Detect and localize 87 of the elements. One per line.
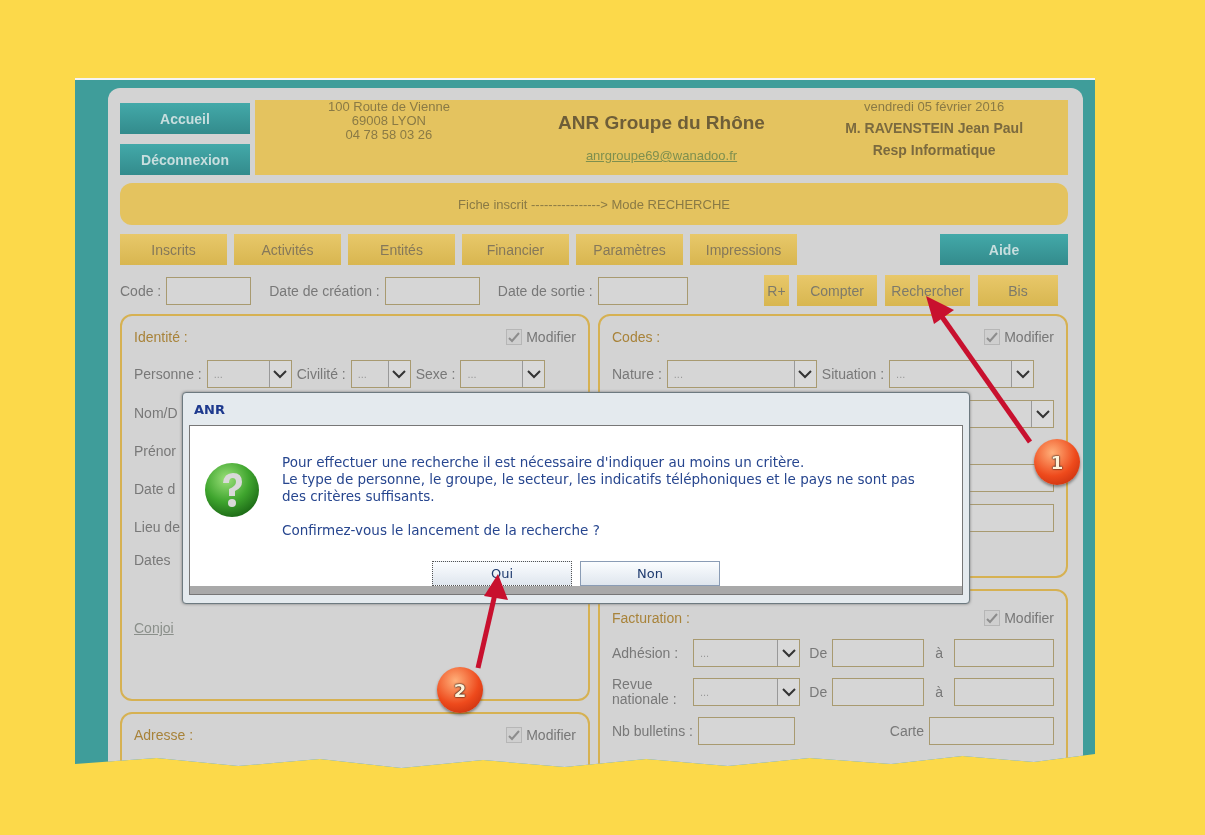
field-label: à [935, 645, 943, 661]
panel-title: Facturation : [612, 610, 690, 626]
dialog-title: ANR [193, 400, 225, 419]
dialog-message: Le type de personne, le groupe, le secteur, les indicatifs téléphoniques et le pays ne sont pas des critères suffisants. [282, 471, 916, 505]
checkmark-icon [986, 331, 999, 343]
menu-tab[interactable]: Financier [462, 234, 569, 265]
field-label: Carte [889, 723, 924, 739]
help-button[interactable]: Aide [940, 234, 1068, 265]
menu-tab[interactable]: Impressions [690, 234, 797, 265]
field-label: Code : [120, 282, 162, 299]
select-field[interactable]: ... [350, 360, 411, 388]
panel-title: Identité : [134, 329, 188, 345]
menu-tab[interactable]: Entités [348, 234, 455, 265]
modify-checkbox[interactable]: Modifier [506, 727, 576, 743]
panel-title: Codes : [612, 329, 661, 345]
select-field[interactable]: ... [206, 360, 292, 388]
input-field[interactable] [954, 678, 1054, 706]
dialog-question: Confirmez-vous le lancement de la recherche ? [282, 522, 601, 539]
checkmark-icon [508, 729, 521, 741]
action-button[interactable]: Rechercher [885, 275, 970, 306]
select-field[interactable]: ... [692, 639, 801, 667]
dialog-button[interactable]: Non [580, 561, 720, 586]
dialog-button[interactable]: Oui [432, 561, 572, 586]
modify-checkbox[interactable]: Modifier [984, 610, 1054, 626]
action-button[interactable]: R+ [764, 275, 789, 306]
select-field[interactable]: ... [666, 360, 817, 388]
modify-checkbox[interactable]: Modifier [984, 329, 1054, 345]
address-text: 100 Route de Vienne [327, 100, 450, 114]
field-label: Date de sortie : [497, 282, 593, 299]
address-text: 69008 LYON [351, 114, 426, 128]
chevron-down-icon [1035, 409, 1050, 419]
field-label: Date de création : [269, 282, 380, 299]
chevron-down-icon [526, 369, 541, 379]
field-label: Civilité : [296, 366, 346, 382]
chevron-down-icon [273, 369, 288, 379]
modify-checkbox[interactable]: Modifier [506, 329, 576, 345]
input-field[interactable] [929, 717, 1054, 745]
question-mark-icon [204, 462, 260, 518]
field-label: Personne : [134, 366, 202, 382]
organization-title: ANR Groupe du Rhône [558, 112, 765, 134]
field-label: Adhésion : [612, 645, 680, 661]
input-field[interactable] [597, 276, 688, 305]
user-name: M. RAVENSTEIN Jean Paul [845, 120, 1024, 136]
chevron-down-icon [798, 369, 813, 379]
select-field[interactable]: ... [460, 360, 546, 388]
input-field[interactable] [384, 276, 480, 305]
panel-title: Adresse : [134, 727, 194, 743]
input-field[interactable] [954, 639, 1054, 667]
email-link[interactable]: anrgroupe69@wanadoo.fr [585, 148, 738, 163]
field-label: Situation : [821, 366, 885, 382]
field-label: à [935, 684, 943, 700]
menu-tab[interactable]: Inscrits [120, 234, 227, 265]
user-role: Resp Informatique [872, 142, 996, 158]
menu-tab[interactable]: Activités [234, 234, 341, 265]
chevron-down-icon [1015, 369, 1030, 379]
chevron-down-icon [392, 369, 407, 379]
spouse-link[interactable]: Conjoi [134, 620, 174, 636]
menu-tab[interactable]: Paramètres [576, 234, 683, 265]
field-label: Nb bulletins : [612, 723, 693, 739]
field-label: Nature : [612, 366, 662, 382]
address-text: 04 78 58 03 26 [345, 128, 433, 142]
nav-button[interactable]: Déconnexion [120, 144, 250, 175]
input-field[interactable] [832, 678, 925, 706]
input-field[interactable] [697, 717, 795, 745]
field-label: De [809, 645, 828, 661]
date-text: vendredi 05 février 2016 [864, 100, 1005, 114]
field-label: Nom/D [134, 405, 178, 421]
field-label: Lieu de [134, 519, 180, 535]
action-button[interactable]: Bis [978, 275, 1058, 306]
chevron-down-icon [781, 687, 796, 697]
nav-button[interactable]: Accueil [120, 103, 250, 134]
checkmark-icon [508, 331, 521, 343]
field-label: Prénor [134, 443, 177, 459]
field-label: Sexe : [415, 366, 456, 382]
select-field[interactable]: ... [889, 360, 1035, 388]
field-label: Dates [134, 552, 171, 568]
input-field[interactable] [166, 276, 252, 305]
select-field[interactable]: ... [692, 678, 801, 706]
field-label: Revue nationale : [612, 677, 678, 707]
action-button[interactable]: Compter [797, 275, 877, 306]
dialog-message: Pour effectuer une recherche il est nécessaire d'indiquer au moins un critère. [282, 454, 806, 471]
input-field[interactable] [832, 639, 925, 667]
mode-bar: Fiche inscrit ----------------> Mode RECHERCHE [120, 183, 1068, 225]
checkmark-icon [986, 612, 999, 624]
field-label: Date d [134, 481, 176, 497]
chevron-down-icon [781, 648, 796, 658]
field-label: De [809, 684, 828, 700]
